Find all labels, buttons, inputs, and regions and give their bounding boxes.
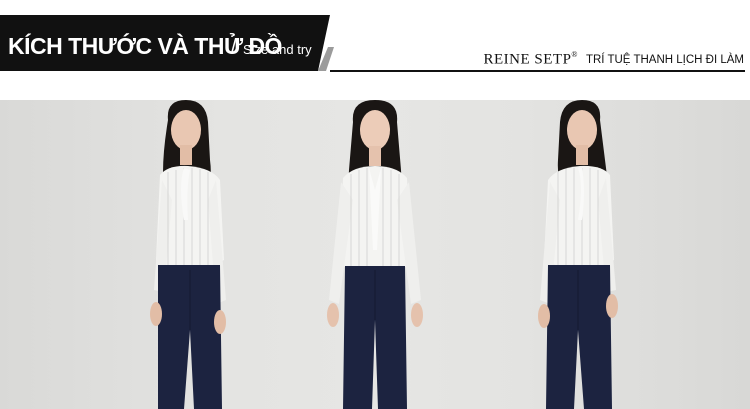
header-rule bbox=[330, 70, 745, 72]
header: KÍCH THƯỚC VÀ THỬ ĐỒ / Size and try REIN… bbox=[0, 0, 750, 72]
title-separator: / bbox=[231, 36, 237, 58]
brand-name: REINE SETP bbox=[483, 51, 572, 68]
brand-tagline: TRÍ TUỆ THANH LỊCH ĐI LÀM bbox=[585, 54, 744, 67]
model-figure-side-right bbox=[538, 100, 618, 409]
model-figure-side-left bbox=[150, 100, 226, 409]
model-figure-front bbox=[327, 100, 423, 409]
model-photo bbox=[0, 100, 750, 409]
brand-line: REINE SETP® TRÍ TUỆ THANH LỊCH ĐI LÀM bbox=[484, 50, 745, 68]
brand-registered-mark: ® bbox=[571, 50, 578, 59]
section-subtitle: Size and try bbox=[243, 42, 312, 57]
section-title: KÍCH THƯỚC VÀ THỬ ĐỒ bbox=[8, 33, 282, 59]
